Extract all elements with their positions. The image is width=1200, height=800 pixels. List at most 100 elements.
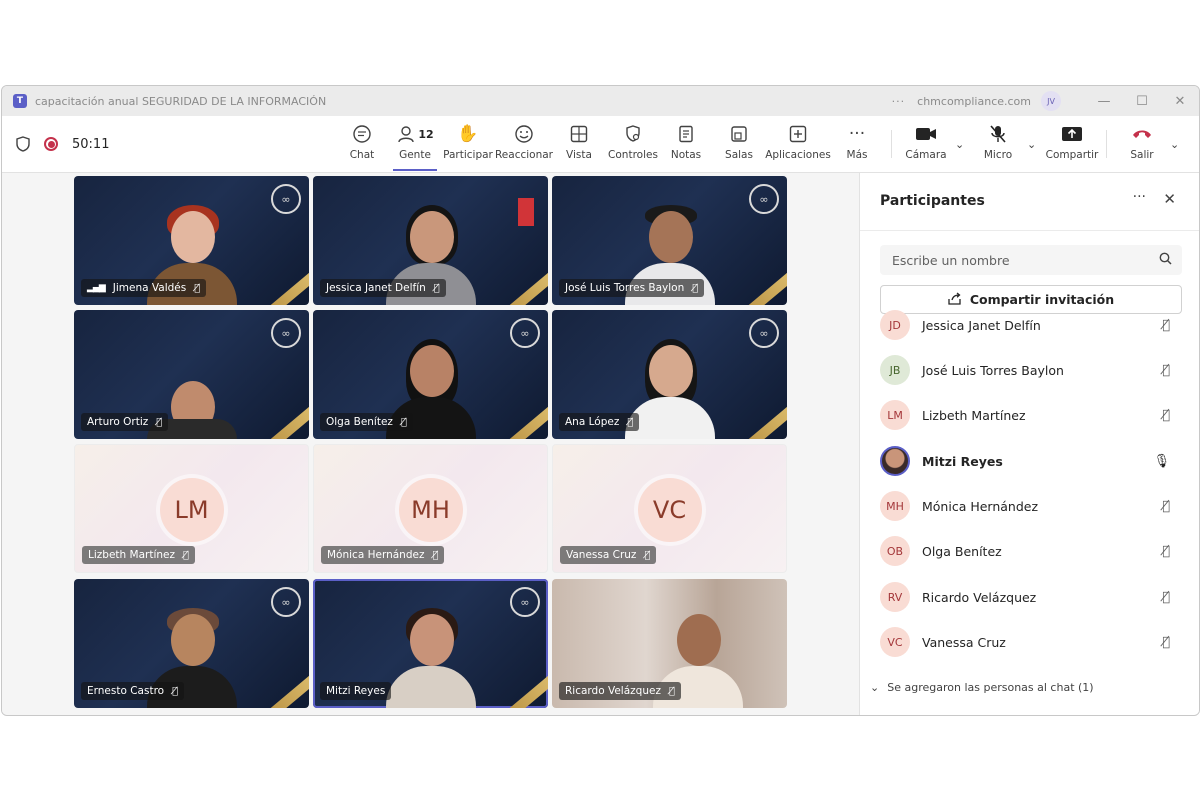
video-tile[interactable]: Ricardo Velázquez 🎙̸ <box>552 579 787 708</box>
participant-row[interactable]: JD Jessica Janet Delfín 🎙̸ <box>880 305 1182 345</box>
title-more-icon[interactable]: ··· <box>892 95 906 108</box>
minimize-icon[interactable]: — <box>1085 94 1123 109</box>
avatar-tile[interactable]: MH Mónica Hernández 🎙̸ <box>313 444 548 573</box>
divider <box>860 230 1199 231</box>
participant-name: Vanessa Cruz <box>922 634 1006 650</box>
video-tile-active-speaker[interactable]: ∞ Mitzi Reyes <box>313 579 548 708</box>
mic-off-icon: 🎙̸ <box>156 416 163 428</box>
add-apps-icon <box>788 122 808 146</box>
chat-button[interactable]: Chat <box>332 122 392 168</box>
toolbar-divider <box>891 130 892 158</box>
participant-row[interactable]: RV Ricardo Velázquez 🎙̸ <box>880 577 1182 617</box>
more-button[interactable]: ··· Más <box>827 122 887 168</box>
view-button[interactable]: Vista <box>549 122 609 168</box>
react-button[interactable]: Reaccionar <box>494 122 554 168</box>
participant-name: Lizbeth Martínez <box>88 549 175 561</box>
share-screen-icon <box>1061 122 1083 146</box>
participant-avatar: LM <box>880 400 910 430</box>
video-tile[interactable]: Jessica Janet Delfín 🎙̸ <box>313 176 548 305</box>
maximize-icon[interactable]: ☐ <box>1123 94 1161 109</box>
participant-name: Lizbeth Martínez <box>922 407 1026 423</box>
panel-more-icon[interactable]: ··· <box>1133 189 1146 205</box>
participant-row[interactable]: OB Olga Benítez 🎙̸ <box>880 531 1182 571</box>
participant-video <box>385 604 476 708</box>
rooms-label: Salas <box>725 149 753 161</box>
video-tile[interactable]: ∞ Ernesto Castro 🎙̸ <box>74 579 309 708</box>
notes-icon <box>676 122 696 146</box>
mic-off-icon: 🎙̸ <box>194 282 201 294</box>
rooms-button[interactable]: Salas <box>709 122 769 168</box>
participant-name: José Luis Torres Baylon <box>565 282 685 294</box>
participant-avatar: JB <box>880 355 910 385</box>
participant-name-tag: Ana López 🎙̸ <box>559 413 640 431</box>
company-logo-icon: ∞ <box>271 318 301 348</box>
close-window-icon[interactable]: ✕ <box>1161 94 1199 109</box>
participant-name-tag: Ricardo Velázquez 🎙̸ <box>559 682 681 700</box>
video-tile[interactable]: ∞ ▂▄▆ Jimena Valdés 🎙̸ <box>74 176 309 305</box>
company-logo-icon: ∞ <box>271 587 301 617</box>
chevron-down-icon: ⌄ <box>870 681 880 694</box>
mic-off-icon: 🎙̸ <box>433 282 440 294</box>
controls-button[interactable]: Controles <box>603 122 663 168</box>
avatar-tile[interactable]: LM Lizbeth Martínez 🎙̸ <box>74 444 309 573</box>
company-logo-icon: ∞ <box>749 184 779 214</box>
meeting-timer: 50:11 <box>72 136 110 152</box>
participant-avatar: VC <box>880 627 910 657</box>
window-title: capacitación anual SEGURIDAD DE LA INFOR… <box>35 94 327 108</box>
participant-name: Olga Benítez <box>326 416 393 428</box>
share-button[interactable]: Compartir <box>1042 122 1102 168</box>
video-tile[interactable]: ∞ Ana López 🎙̸ <box>552 310 787 439</box>
participant-row-speaking[interactable]: Mitzi Reyes 🎙 <box>880 441 1182 481</box>
leave-options-chevron-down-icon[interactable]: ⌄ <box>1170 138 1179 151</box>
shield-icon[interactable] <box>16 136 30 152</box>
participant-name-tag: Vanessa Cruz 🎙̸ <box>560 546 657 564</box>
rooms-icon <box>729 122 749 146</box>
participant-row[interactable]: VC Vanessa Cruz 🎙̸ <box>880 622 1182 662</box>
raise-hand-button[interactable]: ✋ Participar <box>438 122 498 168</box>
participant-name: José Luis Torres Baylon <box>922 362 1064 378</box>
toolbar-divider <box>1106 130 1107 158</box>
participant-name-tag: Arturo Ortiz 🎙̸ <box>81 413 169 431</box>
user-avatar[interactable]: JV <box>1041 91 1061 111</box>
camera-options-chevron-down-icon[interactable]: ⌄ <box>955 138 964 151</box>
participant-name: Jessica Janet Delfín <box>922 317 1041 333</box>
mic-label: Micro <box>983 149 1013 161</box>
mic-button[interactable]: Micro <box>968 122 1028 168</box>
leave-button[interactable]: Salir <box>1112 122 1172 168</box>
participant-row[interactable]: LM Lizbeth Martínez 🎙̸ <box>880 395 1182 435</box>
participant-row[interactable]: JB José Luis Torres Baylon 🎙̸ <box>880 350 1182 390</box>
leave-label: Salir <box>1130 149 1154 161</box>
grid-view-icon <box>569 122 589 146</box>
search-icon[interactable] <box>1159 252 1172 269</box>
participant-avatar: MH <box>880 491 910 521</box>
participant-avatar: RV <box>880 582 910 612</box>
meeting-toolbar: 50:11 Chat 12 Gente ✋ Participar Reaccio… <box>2 116 1199 173</box>
participant-name: Arturo Ortiz <box>87 416 149 428</box>
video-tile[interactable]: ∞ Arturo Ortiz 🎙̸ <box>74 310 309 439</box>
video-tile[interactable]: ∞ José Luis Torres Baylon 🎙̸ <box>552 176 787 305</box>
raise-hand-label: Participar <box>443 149 493 161</box>
participant-name: Vanessa Cruz <box>566 549 637 561</box>
notes-button[interactable]: Notas <box>656 122 716 168</box>
participant-row[interactable]: MH Mónica Hernández 🎙̸ <box>880 486 1182 526</box>
company-logo-icon: ∞ <box>510 318 540 348</box>
participant-name: Ernesto Castro <box>87 685 165 697</box>
mic-off-icon: 🎙̸ <box>172 685 179 697</box>
people-button[interactable]: 12 Gente <box>385 122 445 171</box>
certification-badge-icon <box>518 198 534 226</box>
mic-options-chevron-down-icon[interactable]: ⌄ <box>1027 138 1036 151</box>
title-bar: T capacitación anual SEGURIDAD DE LA INF… <box>2 86 1199 116</box>
smiley-icon <box>514 122 534 146</box>
apps-button[interactable]: Aplicaciones <box>765 122 831 168</box>
apps-label: Aplicaciones <box>765 149 831 161</box>
more-icon: ··· <box>848 124 866 144</box>
search-input[interactable] <box>880 251 1159 269</box>
video-tile[interactable]: ∞ Olga Benítez 🎙̸ <box>313 310 548 439</box>
panel-close-icon[interactable]: ✕ <box>1163 190 1176 208</box>
avatar-tile[interactable]: VC Vanessa Cruz 🎙̸ <box>552 444 787 573</box>
added-to-chat-toggle[interactable]: ⌄ Se agregaron las personas al chat (1) <box>870 681 1094 694</box>
camera-button[interactable]: Cámara <box>896 122 956 168</box>
more-label: Más <box>846 149 868 161</box>
participant-name-tag: ▂▄▆ Jimena Valdés 🎙̸ <box>81 279 207 297</box>
participant-name: Mónica Hernández <box>327 549 425 561</box>
